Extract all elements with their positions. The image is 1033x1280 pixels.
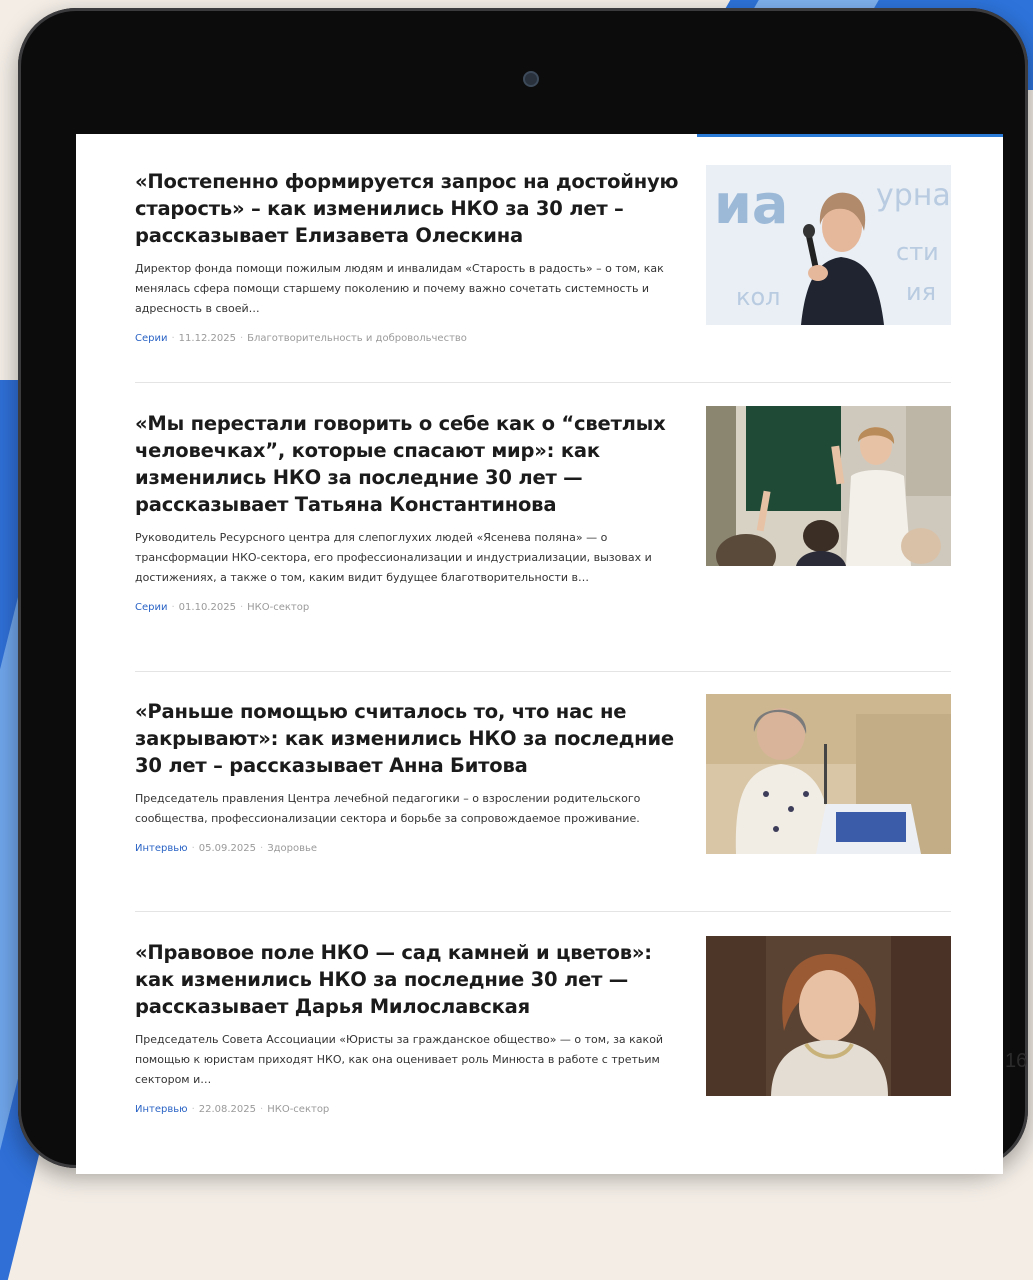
divider: [135, 911, 951, 912]
article-image[interactable]: иа урна сти кол ия: [706, 165, 951, 325]
article-title[interactable]: «Мы перестали говорить о себе как о “све…: [135, 410, 680, 518]
divider: [135, 671, 951, 672]
article-image[interactable]: [706, 936, 951, 1096]
classroom-photo: [706, 406, 951, 566]
article-title[interactable]: «Раньше помощью считалось то, что нас не…: [135, 698, 680, 779]
meta-separator: ·: [239, 602, 244, 613]
meta-separator: ·: [171, 602, 175, 613]
article-meta: Серии · 01.10.2025 · НКО-сектор: [135, 602, 951, 613]
article-lead: Председатель Совета Ассоциации «Юристы з…: [135, 1033, 664, 1086]
article-title[interactable]: «Постепенно формируется запрос на достой…: [135, 168, 680, 249]
divider: [135, 382, 951, 383]
meta-separator: ·: [171, 333, 175, 344]
backdrop-text: ия: [906, 278, 936, 306]
speaker-photo-1: иа урна сти кол ия: [706, 165, 951, 325]
article-image[interactable]: [706, 406, 951, 566]
article-date: 01.10.2025: [178, 602, 236, 613]
tablet-screen: «Постепенно формируется запрос на достой…: [76, 134, 1003, 1174]
article-topic-link[interactable]: НКО-сектор: [247, 602, 309, 613]
header-accent-line: [697, 134, 1003, 137]
article-category-link[interactable]: Серии: [135, 333, 167, 344]
meta-separator: ·: [239, 333, 244, 344]
article-category-link[interactable]: Серии: [135, 602, 167, 613]
article-meta: Серии · 11.12.2025 · Благотворительность и д…: [135, 333, 951, 344]
article-lead: Руководитель Ресурсного центра для слепо…: [135, 531, 652, 584]
speaker-photo-3: [706, 694, 951, 854]
article-topic-link[interactable]: НКО-сектор: [267, 1104, 329, 1115]
article-topic-link[interactable]: Здоровье: [267, 843, 317, 854]
article-image[interactable]: [706, 694, 951, 854]
backdrop-text: иа: [714, 173, 788, 236]
backdrop-text: кол: [736, 283, 781, 311]
article-date: 05.09.2025: [198, 843, 257, 854]
article-category-link[interactable]: Интервью: [135, 1104, 188, 1115]
meta-separator: ·: [260, 1104, 264, 1115]
article-topic-link[interactable]: Благотворительность и добровольчество: [247, 333, 467, 344]
page-number: 16: [1005, 1050, 1028, 1072]
article-meta: Интервью · 22.08.2025 · НКО-сектор: [135, 1104, 951, 1115]
backdrop-text: урна: [876, 178, 951, 213]
article-date: 11.12.2025: [178, 333, 236, 344]
article-category-link[interactable]: Интервью: [135, 843, 188, 854]
article-lead: Директор фонда помощи пожилым людям и ин…: [135, 262, 664, 315]
tablet-frame: «Постепенно формируется запрос на достой…: [18, 8, 1028, 1174]
article-lead: Председатель правления Центра лечебной п…: [135, 792, 641, 825]
meta-separator: ·: [260, 843, 264, 854]
meta-separator: ·: [191, 1104, 195, 1115]
camera-icon: [523, 71, 539, 87]
speaker-photo-4: [706, 936, 951, 1096]
article-date: 22.08.2025: [198, 1104, 257, 1115]
meta-separator: ·: [191, 843, 195, 854]
backdrop-text: сти: [896, 238, 939, 266]
article-title[interactable]: «Правовое поле НКО — сад камней и цветов…: [135, 939, 680, 1020]
